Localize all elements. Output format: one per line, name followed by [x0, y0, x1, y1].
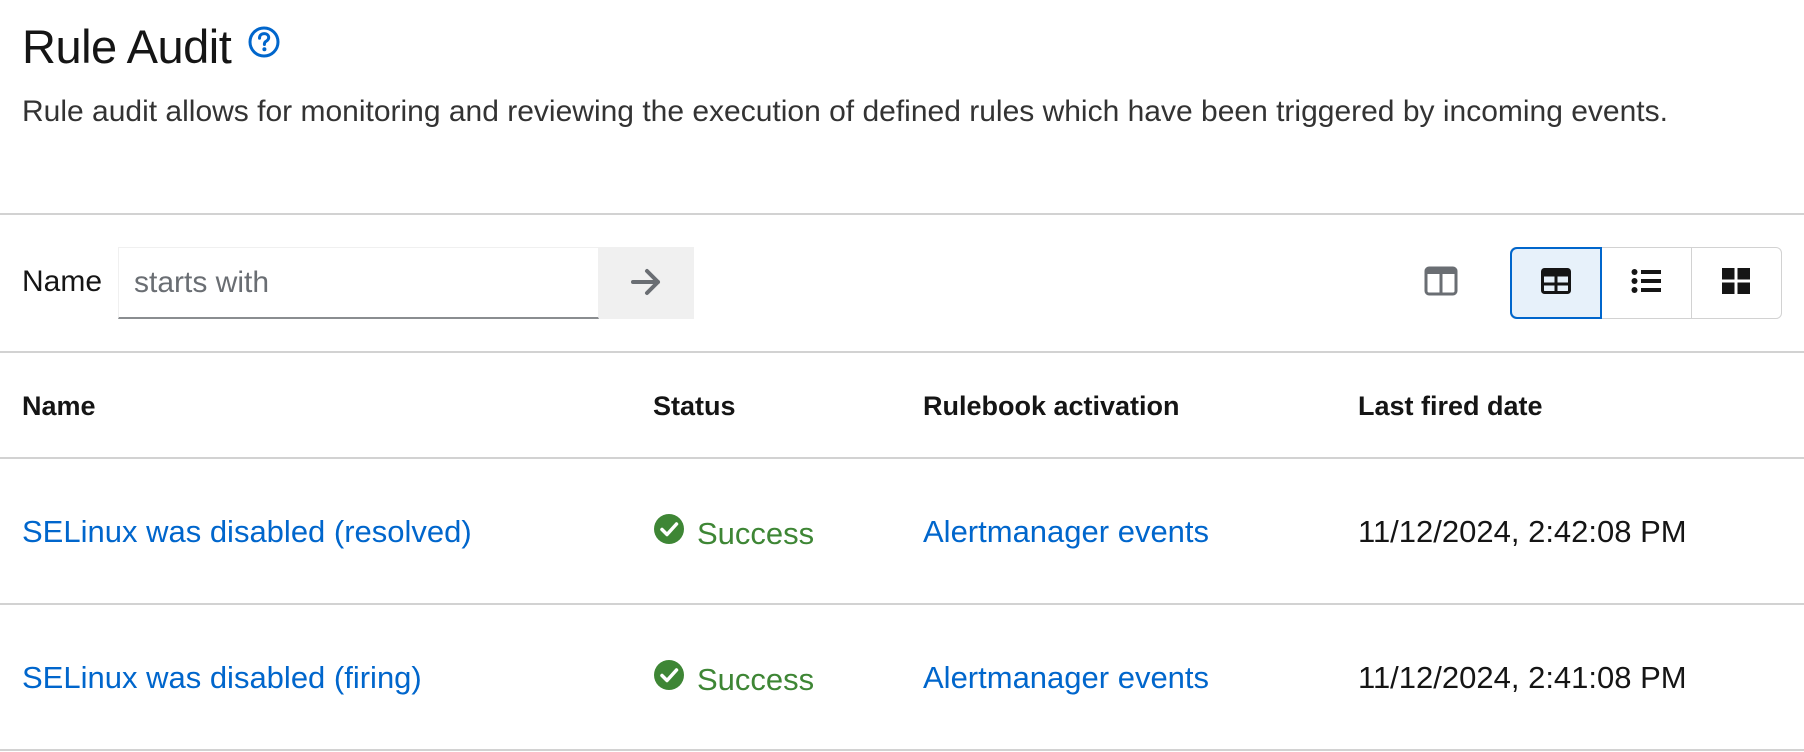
check-circle-icon	[653, 513, 697, 554]
column-header-last-fired-date[interactable]: Last fired date	[1358, 391, 1543, 422]
column-header-status[interactable]: Status	[653, 391, 736, 422]
toolbar: Name	[0, 217, 1804, 353]
view-toggle-group	[1509, 247, 1782, 319]
rule-name-link[interactable]: SELinux was disabled (resolved)	[22, 513, 472, 551]
table-header-row: Name Status Rulebook activation Last fir…	[0, 355, 1804, 459]
page-header: Rule Audit Rule audit allows for monitor…	[0, 0, 1804, 215]
column-header-rulebook-activation[interactable]: Rulebook activation	[923, 391, 1180, 422]
list-view-button[interactable]	[1601, 248, 1692, 318]
status-badge: Success	[653, 513, 814, 554]
name-filter-input[interactable]	[119, 248, 598, 317]
status-badge: Success	[653, 659, 814, 700]
rulebook-activation-link[interactable]: Alertmanager events	[923, 513, 1209, 551]
filter-input-wrapper	[118, 247, 599, 319]
rule-audit-table: Name Status Rulebook activation Last fir…	[0, 355, 1804, 751]
table-row: SELinux was disabled (resolved) Success …	[0, 459, 1804, 605]
rulebook-activation-link[interactable]: Alertmanager events	[923, 659, 1209, 697]
card-view-button[interactable]	[1692, 248, 1781, 318]
table-icon	[1540, 267, 1571, 299]
table-view-button[interactable]	[1509, 247, 1603, 319]
page-title: Rule Audit	[22, 19, 232, 73]
title-row: Rule Audit	[22, 18, 281, 74]
filter-submit-button[interactable]	[599, 247, 694, 319]
question-circle-icon[interactable]	[247, 25, 281, 59]
arrow-right-icon	[630, 267, 664, 300]
status-text: Success	[697, 661, 815, 697]
last-fired-date: 11/12/2024, 2:41:08 PM	[1358, 660, 1687, 695]
manage-columns-button[interactable]	[1405, 247, 1477, 319]
rule-name-link[interactable]: SELinux was disabled (firing)	[22, 659, 422, 697]
filter-label: Name	[22, 265, 103, 298]
last-fired-date: 11/12/2024, 2:42:08 PM	[1358, 514, 1687, 549]
column-header-name[interactable]: Name	[22, 391, 96, 422]
page-description: Rule audit allows for monitoring and rev…	[22, 95, 1668, 128]
check-circle-icon	[653, 659, 697, 700]
table-row: SELinux was disabled (firing) Success Al…	[0, 605, 1804, 751]
columns-icon	[1424, 266, 1458, 301]
status-text: Success	[697, 515, 815, 551]
grid-icon	[1722, 267, 1751, 299]
list-icon	[1631, 268, 1661, 299]
